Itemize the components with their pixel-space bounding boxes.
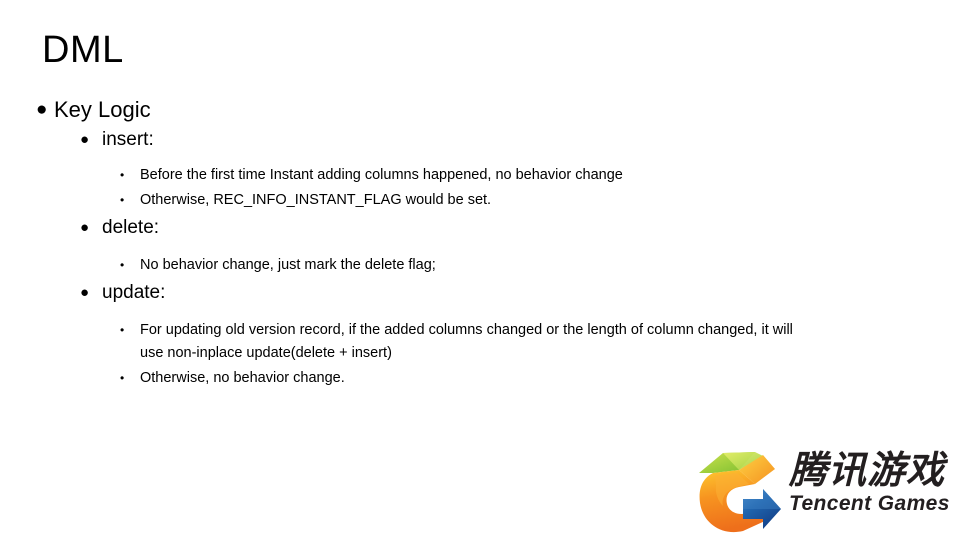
- logo-english-text: Tencent Games: [789, 492, 950, 515]
- list-item-key-logic: ● Key Logic: [0, 96, 960, 124]
- bullet-dot-icon: •: [120, 193, 125, 207]
- list-item-label: insert:: [102, 129, 154, 150]
- list-item-text: For updating old version record, if the …: [140, 322, 793, 361]
- list-item: • No behavior change, just mark the dele…: [0, 254, 960, 277]
- bullet-disc-icon: ●: [80, 284, 90, 301]
- list-item: • Before the first time Instant adding c…: [0, 164, 960, 187]
- list-item-text: Otherwise, no behavior change.: [140, 370, 345, 386]
- list-item-label: update:: [102, 282, 166, 303]
- logo-chinese-text: 腾讯游戏: [789, 448, 946, 492]
- list-item-delete: ● delete:: [0, 215, 960, 241]
- bullet-dot-icon: •: [120, 371, 125, 385]
- bullet-disc-icon: ●: [80, 131, 90, 148]
- bullet-dot-icon: •: [120, 258, 125, 272]
- list-item-text: No behavior change, just mark the delete…: [140, 257, 436, 273]
- list-item: • Otherwise, REC_INFO_INSTANT_FLAG would…: [0, 189, 960, 212]
- list-item-update: ● update:: [0, 280, 960, 306]
- bullet-dot-icon: •: [120, 168, 125, 182]
- page-title: DML: [42, 29, 124, 71]
- bullet-dot-icon: •: [120, 323, 125, 337]
- list-item-label: Key Logic: [54, 97, 151, 122]
- bullet-disc-icon: ●: [80, 219, 90, 236]
- list-item-text: Otherwise, REC_INFO_INSTANT_FLAG would b…: [140, 192, 492, 208]
- bullet-disc-icon: ●: [36, 99, 48, 120]
- list-item-label: delete:: [102, 217, 160, 238]
- tencent-games-mark-icon: [693, 443, 785, 535]
- list-item: • Otherwise, no behavior change.: [0, 367, 960, 390]
- tencent-games-logo: 腾讯游戏 Tencent Games: [693, 441, 955, 537]
- slide-body: ● Key Logic ● insert: • Before the first…: [0, 96, 960, 390]
- slide: DML ● Key Logic ● insert: • Before the f…: [0, 0, 960, 540]
- list-item-insert: ● insert:: [0, 127, 960, 153]
- list-item: • For updating old version record, if th…: [0, 319, 960, 365]
- tencent-games-wordmark: 腾讯游戏 Tencent Games: [789, 449, 955, 516]
- list-item-text: Before the first time Instant adding col…: [140, 167, 623, 183]
